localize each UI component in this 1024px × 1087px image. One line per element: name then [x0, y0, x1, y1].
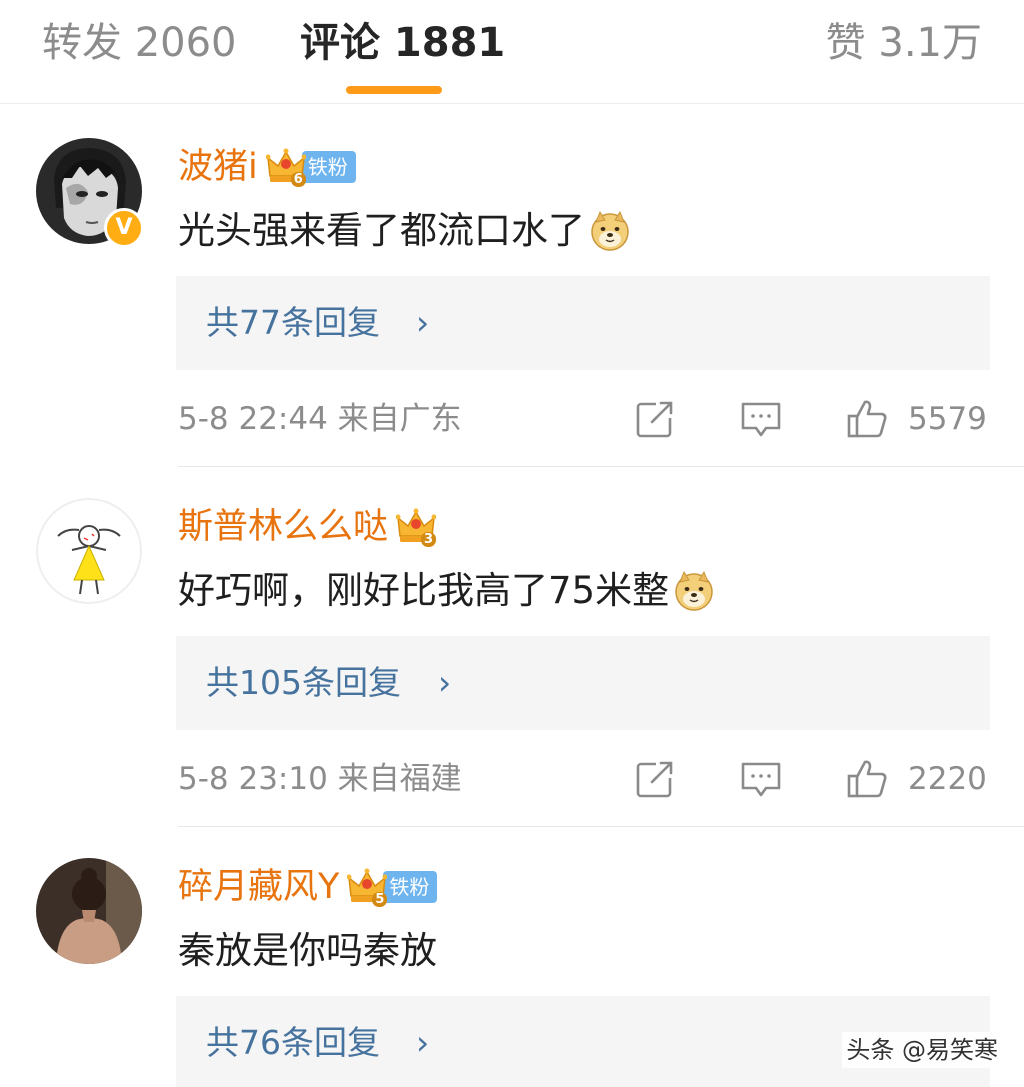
share-icon: [634, 758, 676, 800]
avatar[interactable]: V: [36, 138, 144, 248]
avatar[interactable]: [36, 858, 142, 964]
active-tab-indicator: [346, 86, 442, 94]
watermark: 头条 @易笑寒: [842, 1032, 1002, 1068]
verified-icon: V: [104, 208, 144, 248]
thumbs-up-icon: [846, 398, 888, 440]
chevron-right-icon: ›: [416, 303, 430, 342]
username[interactable]: 斯普林么么哒: [178, 504, 388, 550]
comment-icon: [740, 758, 782, 800]
comment-text: 光头强来看了都流口水了: [178, 200, 631, 262]
fan-badge: 铁粉: [301, 151, 356, 183]
like-count: 2220: [908, 761, 987, 797]
username[interactable]: 碎月藏风Y: [178, 864, 339, 910]
avatar[interactable]: [36, 498, 142, 604]
view-replies-button[interactable]: 共77条回复 ›: [176, 276, 990, 370]
crown-level: 6: [290, 172, 306, 187]
doge-icon: [673, 570, 715, 612]
comment-body: 好巧啊，刚好比我高了75米整: [178, 569, 670, 612]
comment-header: 碎月藏风Y 5 铁粉: [178, 864, 438, 910]
replies-count: 共105条回复: [206, 663, 401, 702]
reply-button[interactable]: [740, 758, 782, 800]
thumbs-up-icon: [846, 758, 888, 800]
replies-count: 共76条回复: [206, 1023, 380, 1062]
doge-icon: [589, 210, 631, 252]
crown-level: 5: [372, 892, 388, 907]
chevron-right-icon: ›: [438, 663, 452, 702]
crown-icon: 5: [347, 866, 387, 908]
comment-icon: [740, 398, 782, 440]
comment-meta: 5-8 22:44 来自广东 5579: [178, 394, 990, 444]
timestamp: 5-8 22:44 来自广东: [178, 401, 462, 437]
crown-level: 3: [421, 532, 437, 547]
timestamp: 5-8 23:10 来自福建: [178, 761, 462, 797]
comment-text: 好巧啊，刚好比我高了75米整: [178, 560, 715, 622]
tab-likes[interactable]: 赞 3.1万: [826, 18, 982, 68]
chevron-right-icon: ›: [416, 1023, 430, 1062]
like-button[interactable]: 2220: [846, 758, 987, 800]
username[interactable]: 波猪i: [178, 144, 258, 190]
reply-button[interactable]: [740, 398, 782, 440]
comment-item: 斯普林么么哒 3 好巧啊，刚好比我高了75米整 共105条回复 › 5-8 23…: [0, 464, 1024, 827]
view-replies-button[interactable]: 共105条回复 ›: [176, 636, 990, 730]
share-icon: [634, 398, 676, 440]
comment-header: 波猪i 6 铁粉: [178, 144, 356, 190]
like-button[interactable]: 5579: [846, 398, 987, 440]
comment-meta: 5-8 23:10 来自福建 2220: [178, 754, 990, 804]
comment-header: 斯普林么么哒 3: [178, 504, 436, 550]
crown-icon: 3: [396, 506, 436, 548]
share-button[interactable]: [634, 398, 676, 440]
comment-body: 光头强来看了都流口水了: [178, 209, 585, 252]
replies-count: 共77条回复: [206, 303, 380, 342]
fan-badge: 铁粉: [383, 871, 438, 903]
comment-body: 秦放是你吗秦放: [178, 929, 437, 972]
like-count: 5579: [908, 401, 987, 437]
crown-icon: 6: [266, 146, 306, 188]
comment-text: 秦放是你吗秦放: [178, 920, 437, 982]
tab-repost[interactable]: 转发 2060: [42, 18, 237, 68]
avatar-image: [36, 858, 142, 964]
avatar-image: [36, 498, 142, 604]
tab-bar: 转发 2060 评论 1881 赞 3.1万: [0, 0, 1024, 104]
share-button[interactable]: [634, 758, 676, 800]
comment-item: V 波猪i 6 铁粉 光头强来看了都流口水了 共77条回复 › 5-8 22:4…: [0, 104, 1024, 467]
tab-comments[interactable]: 评论 1881: [300, 18, 505, 68]
